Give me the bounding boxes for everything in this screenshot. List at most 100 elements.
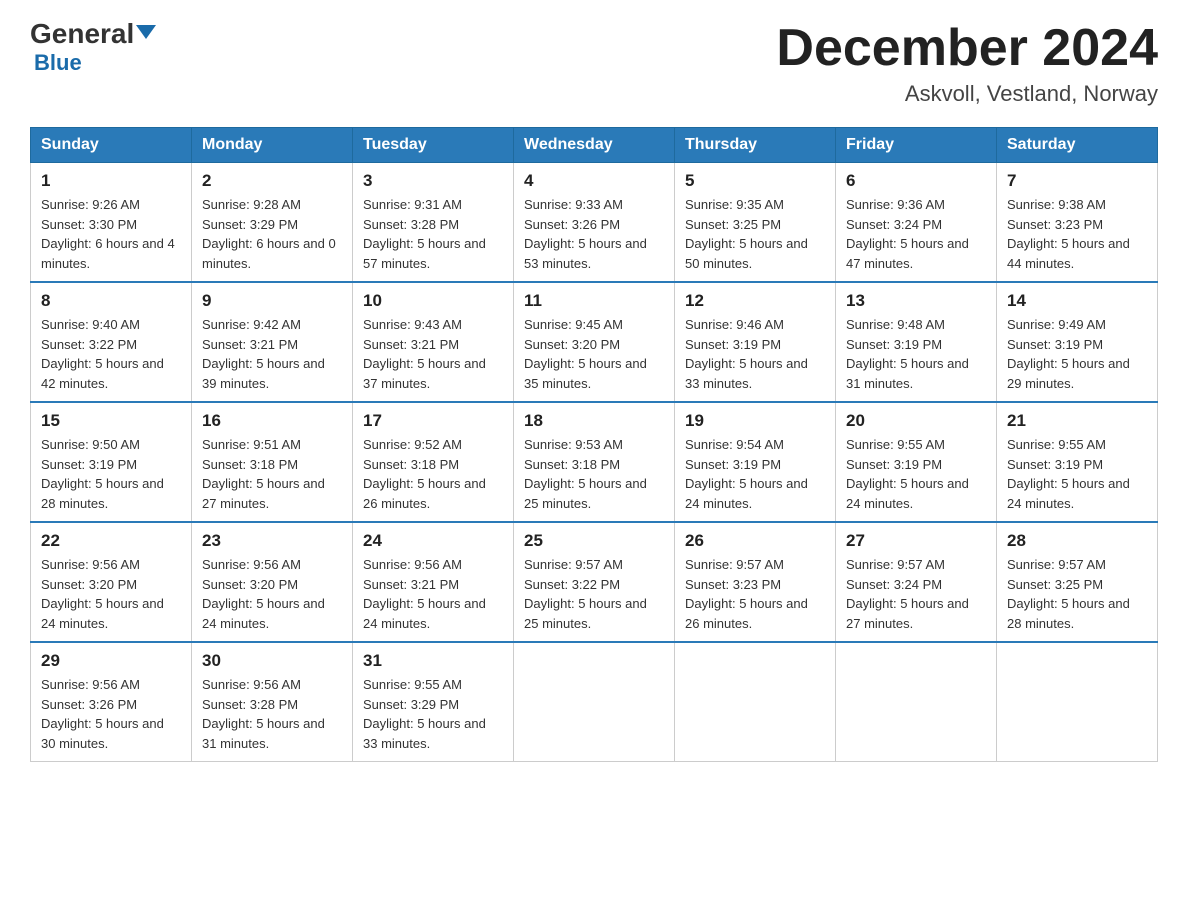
day-info: Sunrise: 9:57 AM Sunset: 3:22 PM Dayligh…: [524, 555, 664, 633]
calendar-cell: 3 Sunrise: 9:31 AM Sunset: 3:28 PM Dayli…: [353, 163, 514, 283]
calendar-cell: 20 Sunrise: 9:55 AM Sunset: 3:19 PM Dayl…: [836, 402, 997, 522]
day-number: 31: [363, 651, 503, 671]
logo-triangle-icon: [136, 25, 156, 39]
calendar-cell: 28 Sunrise: 9:57 AM Sunset: 3:25 PM Dayl…: [997, 522, 1158, 642]
day-info: Sunrise: 9:35 AM Sunset: 3:25 PM Dayligh…: [685, 195, 825, 273]
weekday-header-row: SundayMondayTuesdayWednesdayThursdayFrid…: [31, 128, 1158, 163]
day-info: Sunrise: 9:46 AM Sunset: 3:19 PM Dayligh…: [685, 315, 825, 393]
calendar-cell: 14 Sunrise: 9:49 AM Sunset: 3:19 PM Dayl…: [997, 282, 1158, 402]
day-info: Sunrise: 9:33 AM Sunset: 3:26 PM Dayligh…: [524, 195, 664, 273]
day-info: Sunrise: 9:55 AM Sunset: 3:19 PM Dayligh…: [846, 435, 986, 513]
day-info: Sunrise: 9:42 AM Sunset: 3:21 PM Dayligh…: [202, 315, 342, 393]
weekday-header-tuesday: Tuesday: [353, 128, 514, 163]
day-info: Sunrise: 9:56 AM Sunset: 3:21 PM Dayligh…: [363, 555, 503, 633]
calendar-cell: [997, 642, 1158, 762]
calendar-cell: 15 Sunrise: 9:50 AM Sunset: 3:19 PM Dayl…: [31, 402, 192, 522]
day-info: Sunrise: 9:50 AM Sunset: 3:19 PM Dayligh…: [41, 435, 181, 513]
day-number: 28: [1007, 531, 1147, 551]
page-header: General Blue December 2024 Askvoll, Vest…: [30, 20, 1158, 107]
logo: General Blue: [30, 20, 156, 76]
calendar-cell: 30 Sunrise: 9:56 AM Sunset: 3:28 PM Dayl…: [192, 642, 353, 762]
day-number: 4: [524, 171, 664, 191]
weekday-header-thursday: Thursday: [675, 128, 836, 163]
calendar-cell: 7 Sunrise: 9:38 AM Sunset: 3:23 PM Dayli…: [997, 163, 1158, 283]
weekday-header-sunday: Sunday: [31, 128, 192, 163]
calendar-cell: 6 Sunrise: 9:36 AM Sunset: 3:24 PM Dayli…: [836, 163, 997, 283]
calendar-cell: 8 Sunrise: 9:40 AM Sunset: 3:22 PM Dayli…: [31, 282, 192, 402]
day-info: Sunrise: 9:56 AM Sunset: 3:20 PM Dayligh…: [202, 555, 342, 633]
day-info: Sunrise: 9:56 AM Sunset: 3:28 PM Dayligh…: [202, 675, 342, 753]
calendar-cell: 2 Sunrise: 9:28 AM Sunset: 3:29 PM Dayli…: [192, 163, 353, 283]
logo-general: General: [30, 20, 156, 48]
day-info: Sunrise: 9:31 AM Sunset: 3:28 PM Dayligh…: [363, 195, 503, 273]
calendar-cell: 1 Sunrise: 9:26 AM Sunset: 3:30 PM Dayli…: [31, 163, 192, 283]
calendar-cell: 5 Sunrise: 9:35 AM Sunset: 3:25 PM Dayli…: [675, 163, 836, 283]
calendar-cell: 25 Sunrise: 9:57 AM Sunset: 3:22 PM Dayl…: [514, 522, 675, 642]
calendar-cell: 26 Sunrise: 9:57 AM Sunset: 3:23 PM Dayl…: [675, 522, 836, 642]
day-info: Sunrise: 9:26 AM Sunset: 3:30 PM Dayligh…: [41, 195, 181, 273]
calendar-cell: 22 Sunrise: 9:56 AM Sunset: 3:20 PM Dayl…: [31, 522, 192, 642]
day-number: 8: [41, 291, 181, 311]
weekday-header-monday: Monday: [192, 128, 353, 163]
day-number: 24: [363, 531, 503, 551]
day-number: 6: [846, 171, 986, 191]
calendar-cell: 11 Sunrise: 9:45 AM Sunset: 3:20 PM Dayl…: [514, 282, 675, 402]
calendar-cell: 4 Sunrise: 9:33 AM Sunset: 3:26 PM Dayli…: [514, 163, 675, 283]
weekday-header-wednesday: Wednesday: [514, 128, 675, 163]
calendar-cell: 17 Sunrise: 9:52 AM Sunset: 3:18 PM Dayl…: [353, 402, 514, 522]
day-number: 17: [363, 411, 503, 431]
day-info: Sunrise: 9:55 AM Sunset: 3:29 PM Dayligh…: [363, 675, 503, 753]
day-number: 15: [41, 411, 181, 431]
day-info: Sunrise: 9:45 AM Sunset: 3:20 PM Dayligh…: [524, 315, 664, 393]
day-info: Sunrise: 9:49 AM Sunset: 3:19 PM Dayligh…: [1007, 315, 1147, 393]
day-info: Sunrise: 9:36 AM Sunset: 3:24 PM Dayligh…: [846, 195, 986, 273]
calendar-cell: 21 Sunrise: 9:55 AM Sunset: 3:19 PM Dayl…: [997, 402, 1158, 522]
day-number: 23: [202, 531, 342, 551]
day-number: 7: [1007, 171, 1147, 191]
logo-blue: Blue: [34, 50, 82, 76]
day-info: Sunrise: 9:56 AM Sunset: 3:26 PM Dayligh…: [41, 675, 181, 753]
day-number: 13: [846, 291, 986, 311]
day-number: 26: [685, 531, 825, 551]
calendar-week-5: 29 Sunrise: 9:56 AM Sunset: 3:26 PM Dayl…: [31, 642, 1158, 762]
day-info: Sunrise: 9:54 AM Sunset: 3:19 PM Dayligh…: [685, 435, 825, 513]
day-info: Sunrise: 9:38 AM Sunset: 3:23 PM Dayligh…: [1007, 195, 1147, 273]
day-number: 30: [202, 651, 342, 671]
calendar-week-4: 22 Sunrise: 9:56 AM Sunset: 3:20 PM Dayl…: [31, 522, 1158, 642]
day-number: 27: [846, 531, 986, 551]
day-info: Sunrise: 9:57 AM Sunset: 3:24 PM Dayligh…: [846, 555, 986, 633]
calendar-week-2: 8 Sunrise: 9:40 AM Sunset: 3:22 PM Dayli…: [31, 282, 1158, 402]
calendar-week-3: 15 Sunrise: 9:50 AM Sunset: 3:19 PM Dayl…: [31, 402, 1158, 522]
day-number: 9: [202, 291, 342, 311]
calendar-cell: [675, 642, 836, 762]
calendar-cell: 12 Sunrise: 9:46 AM Sunset: 3:19 PM Dayl…: [675, 282, 836, 402]
day-number: 20: [846, 411, 986, 431]
day-info: Sunrise: 9:43 AM Sunset: 3:21 PM Dayligh…: [363, 315, 503, 393]
calendar-cell: 18 Sunrise: 9:53 AM Sunset: 3:18 PM Dayl…: [514, 402, 675, 522]
calendar-cell: 29 Sunrise: 9:56 AM Sunset: 3:26 PM Dayl…: [31, 642, 192, 762]
day-info: Sunrise: 9:56 AM Sunset: 3:20 PM Dayligh…: [41, 555, 181, 633]
weekday-header-friday: Friday: [836, 128, 997, 163]
day-number: 19: [685, 411, 825, 431]
day-info: Sunrise: 9:40 AM Sunset: 3:22 PM Dayligh…: [41, 315, 181, 393]
calendar-cell: 9 Sunrise: 9:42 AM Sunset: 3:21 PM Dayli…: [192, 282, 353, 402]
day-number: 11: [524, 291, 664, 311]
day-info: Sunrise: 9:53 AM Sunset: 3:18 PM Dayligh…: [524, 435, 664, 513]
day-number: 22: [41, 531, 181, 551]
day-number: 5: [685, 171, 825, 191]
day-info: Sunrise: 9:52 AM Sunset: 3:18 PM Dayligh…: [363, 435, 503, 513]
weekday-header-saturday: Saturday: [997, 128, 1158, 163]
calendar-cell: 27 Sunrise: 9:57 AM Sunset: 3:24 PM Dayl…: [836, 522, 997, 642]
calendar-cell: 13 Sunrise: 9:48 AM Sunset: 3:19 PM Dayl…: [836, 282, 997, 402]
title-section: December 2024 Askvoll, Vestland, Norway: [776, 20, 1158, 107]
calendar-cell: [514, 642, 675, 762]
calendar-week-1: 1 Sunrise: 9:26 AM Sunset: 3:30 PM Dayli…: [31, 163, 1158, 283]
day-number: 16: [202, 411, 342, 431]
calendar-cell: [836, 642, 997, 762]
day-info: Sunrise: 9:57 AM Sunset: 3:23 PM Dayligh…: [685, 555, 825, 633]
day-number: 21: [1007, 411, 1147, 431]
day-info: Sunrise: 9:28 AM Sunset: 3:29 PM Dayligh…: [202, 195, 342, 273]
day-info: Sunrise: 9:57 AM Sunset: 3:25 PM Dayligh…: [1007, 555, 1147, 633]
day-number: 14: [1007, 291, 1147, 311]
day-number: 1: [41, 171, 181, 191]
